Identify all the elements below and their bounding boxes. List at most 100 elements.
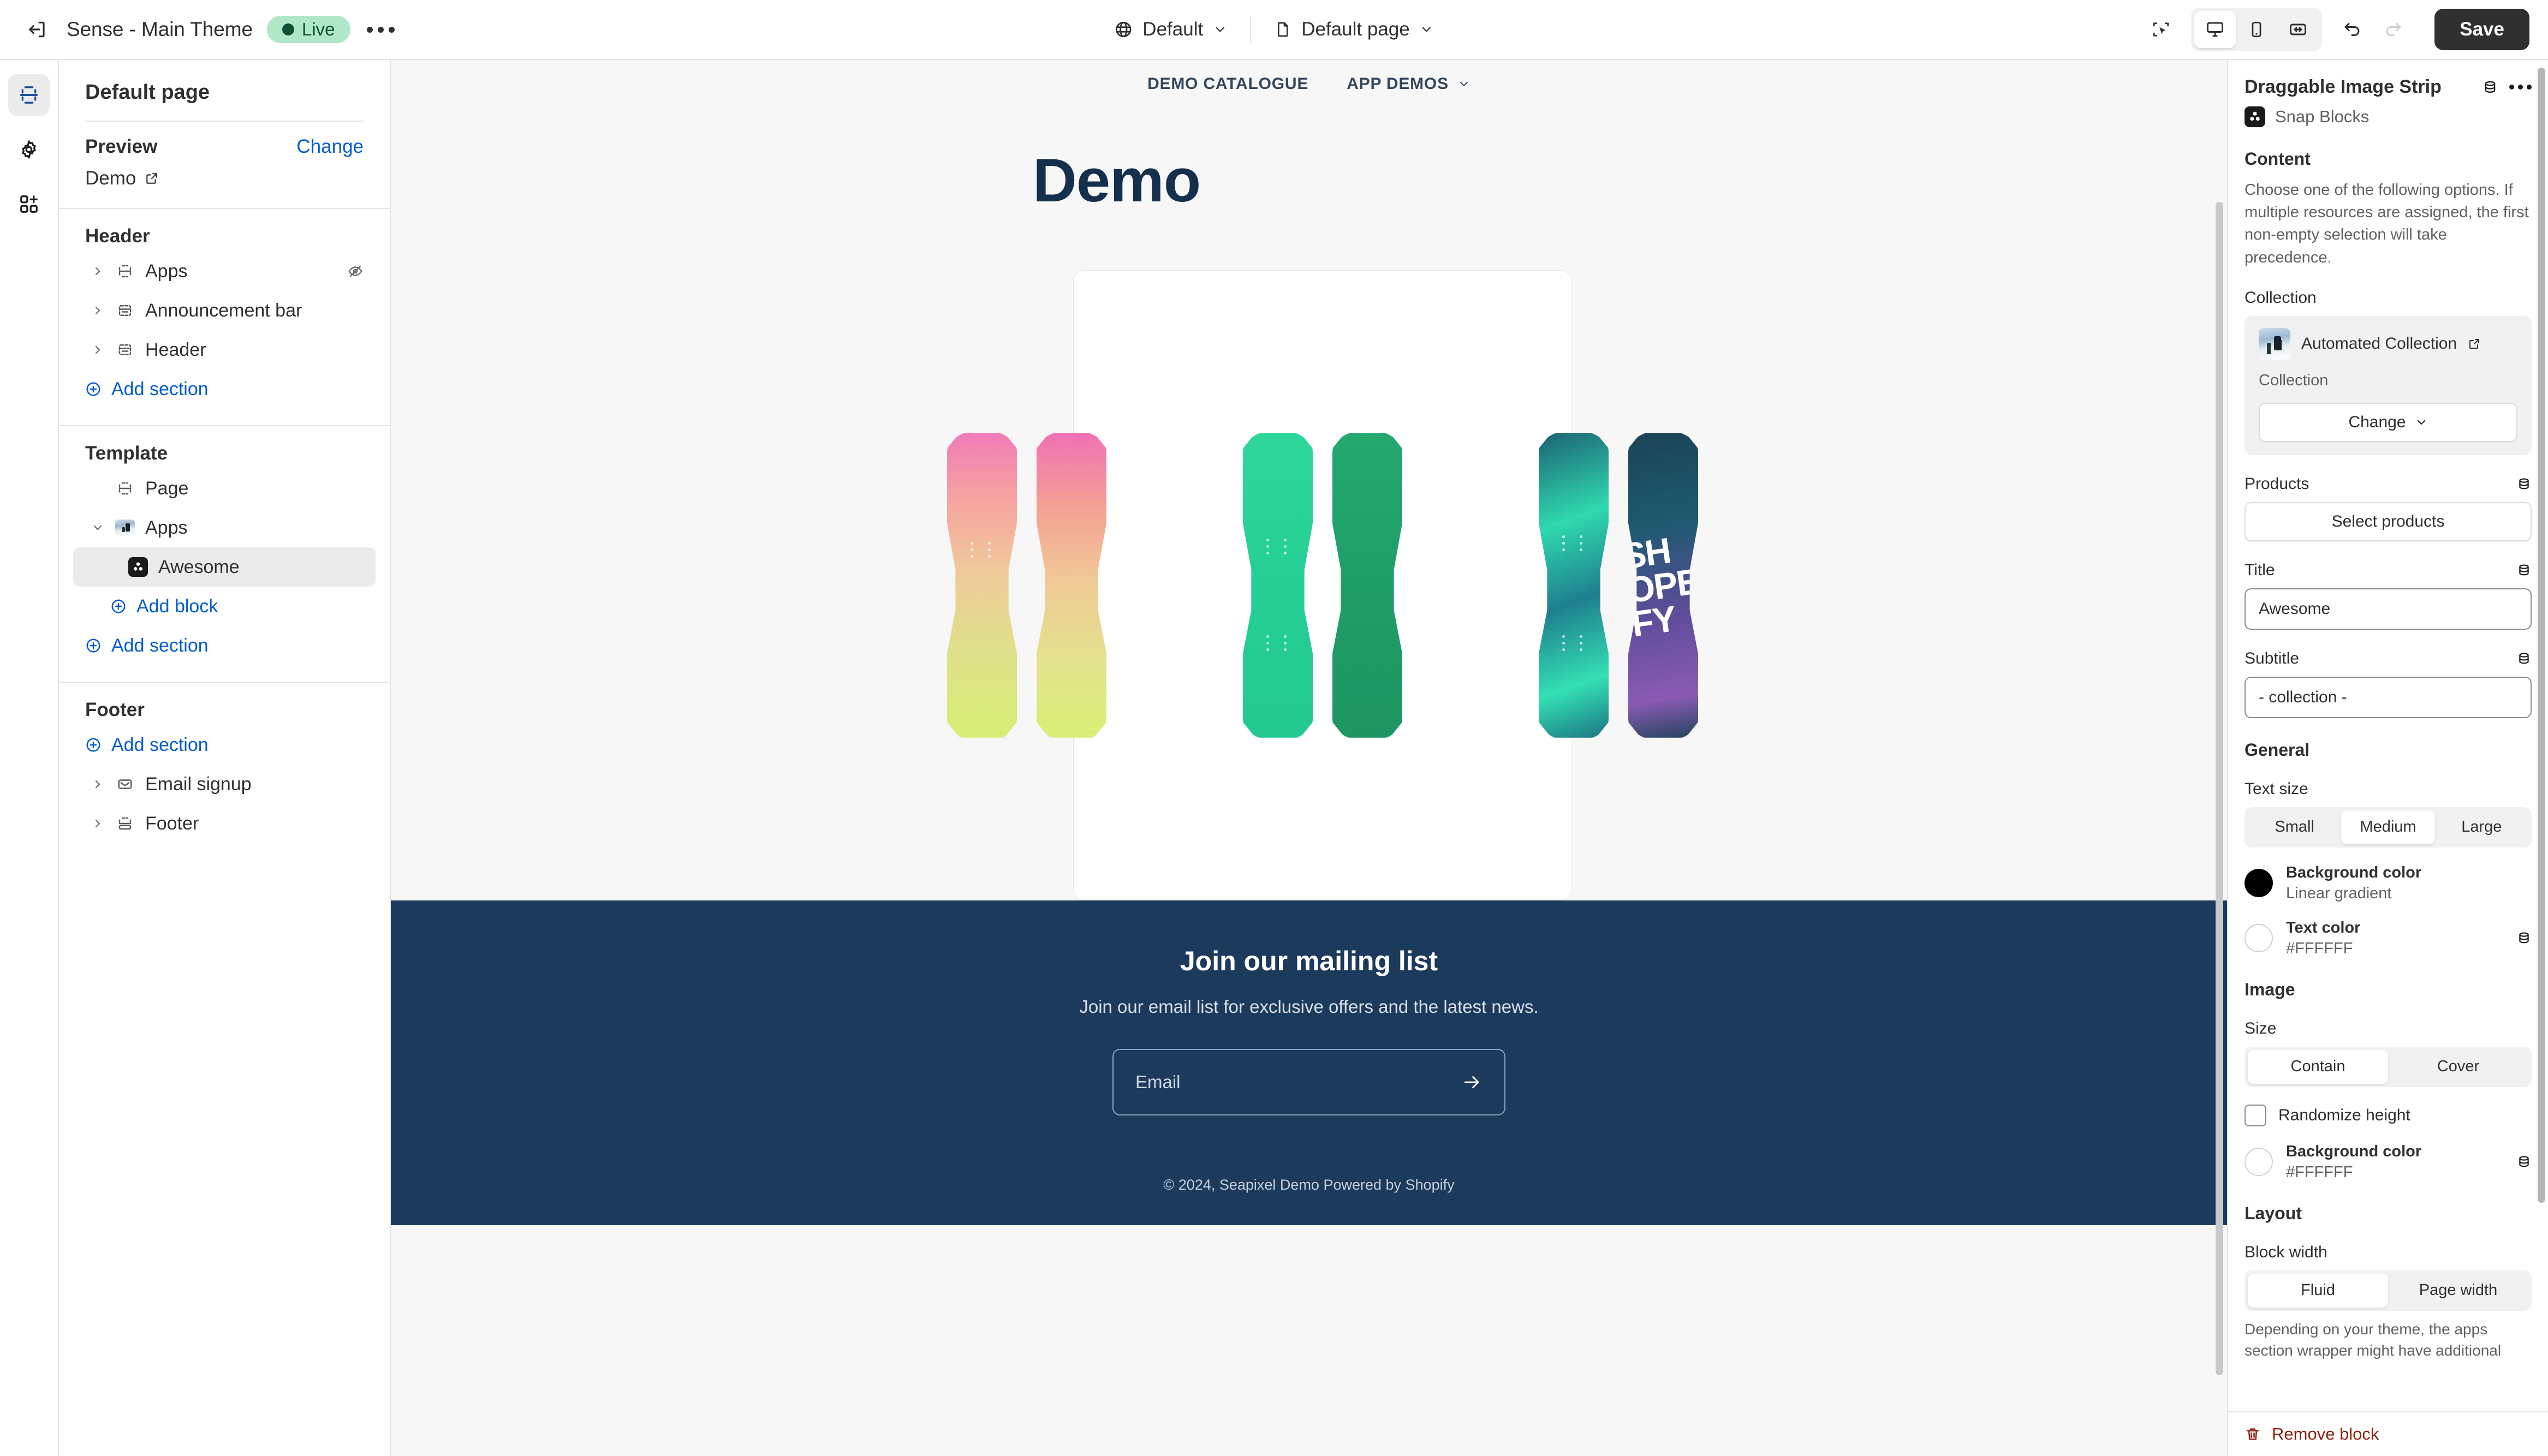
select-products-button[interactable]: Select products [2245,502,2532,541]
preview-change-link[interactable]: Change [296,136,364,158]
collection-label-text: Collection [2245,288,2317,307]
teal-board-front[interactable] [1539,433,1609,738]
thumb-collection-icon [110,520,140,536]
section-bar-icon [110,302,140,319]
chevron-right-icon[interactable] [85,304,110,317]
sidebar-item-awesome[interactable]: Awesome [73,547,376,587]
text-color-value: #FFFFFF [2286,939,2353,957]
text-size-label: Text size [2245,780,2532,798]
redo-button[interactable] [2374,10,2413,49]
preview-scroll-area: Demo SH OPE FY Join our mailing list Joi… [391,108,2227,1456]
sidebar-item-email-signup[interactable]: Email signup [73,765,376,804]
add-section-template-button[interactable]: Add section [73,626,376,665]
status-dot-icon [282,23,294,35]
preview-target-link[interactable]: Demo [85,168,364,189]
text-size-option-large[interactable]: Large [2435,810,2528,844]
add-block-button[interactable]: Add block [73,587,376,626]
apps-add-icon [19,194,39,214]
panel-scroll-area: Draggable Image Strip Snap Blocks Conten… [2228,60,2548,1411]
board-pair-1[interactable] [947,430,1106,741]
green-board-front[interactable] [1243,433,1313,738]
rail-settings-button[interactable] [8,129,50,170]
block-width-option-page-width[interactable]: Page width [2388,1274,2528,1308]
eye-off-icon[interactable] [347,263,364,279]
external-link-icon[interactable] [2468,337,2481,350]
rail-apps-button[interactable] [8,183,50,225]
text-color-swatch[interactable] [2245,924,2273,953]
preview-target-label: Demo [85,168,136,189]
sidebar-item-apps-header[interactable]: Apps [73,252,376,291]
rail-sections-button[interactable] [8,74,50,116]
sidebar-item-apps-template[interactable]: Apps [73,508,376,547]
chevron-right-icon[interactable] [85,343,110,356]
randomize-height-checkbox[interactable] [2245,1104,2266,1126]
more-horizontal-icon[interactable] [2509,85,2532,89]
desktop-view-button[interactable] [2194,11,2236,48]
board-pair-2[interactable] [1243,430,1402,741]
image-size-option-contain[interactable]: Contain [2248,1049,2388,1084]
add-section-header-button[interactable]: Add section [73,369,376,409]
image-background-color-swatch[interactable] [2245,1148,2273,1177]
sidebar-item-announcement-bar[interactable]: Announcement bar [73,291,376,330]
add-section-footer-button[interactable]: Add section [73,725,376,765]
pink-gradient-board-back[interactable] [1037,433,1106,738]
database-icon[interactable] [2482,79,2498,96]
shopify-typography-board-back[interactable]: SH OPE FY [1628,433,1698,738]
sidebar-item-label: Apps [145,517,188,538]
database-icon[interactable] [2516,930,2532,946]
database-icon[interactable] [2516,563,2532,578]
redo-icon [2384,20,2403,39]
remove-block-button[interactable]: Remove block [2245,1424,2379,1444]
locale-selector[interactable]: Default [1100,12,1241,47]
green-pixel-board-back[interactable] [1332,433,1402,738]
top-bar-right: Save [2142,8,2529,51]
text-size-option-medium[interactable]: Medium [2341,810,2435,844]
collection-change-button[interactable]: Change [2259,402,2517,442]
database-icon[interactable] [2516,651,2532,666]
sidebar-item-footer[interactable]: Footer [73,804,376,843]
block-width-option-fluid[interactable]: Fluid [2248,1273,2388,1308]
sidebar-item-page[interactable]: Page [73,469,376,508]
draggable-image-strip-card[interactable]: SH OPE FY [947,270,1698,900]
fullscreen-view-button[interactable] [2277,11,2319,48]
locale-label: Default [1142,19,1204,40]
inspector-select-button[interactable] [2142,10,2180,49]
globe-icon [1114,20,1133,39]
email-placeholder: Email [1135,1072,1181,1092]
background-color-swatch[interactable] [2245,869,2273,898]
preview-vertical-scrollbar[interactable] [2216,202,2223,1375]
chevron-right-icon[interactable] [85,265,110,278]
page-selector[interactable]: Default page [1260,12,1448,47]
panel-vertical-scrollbar[interactable] [2538,68,2545,1203]
randomize-height-checkbox-row[interactable]: Randomize height [2245,1104,2532,1126]
theme-more-button[interactable] [364,12,398,47]
save-button[interactable]: Save [2434,9,2529,50]
database-icon[interactable] [2516,476,2532,492]
undo-button[interactable] [2333,10,2371,49]
chevron-down-icon[interactable] [85,521,110,534]
mobile-view-button[interactable] [2236,11,2277,48]
add-block-label: Add block [136,595,218,617]
nav-app-demos[interactable]: APP DEMOS [1347,75,1471,93]
sidebar-item-label: Header [145,339,206,360]
nav-demo-catalogue[interactable]: DEMO CATALOGUE [1147,75,1308,93]
top-bar-left: Sense - Main Theme Live [19,10,398,49]
footer-copyright: © 2024, Seapixel Demo Powered by Shopify [1163,1177,1455,1193]
chevron-right-icon[interactable] [85,778,110,791]
image-background-color-name: Background color [2286,1142,2422,1160]
text-size-option-small[interactable]: Small [2248,810,2341,844]
chevron-right-icon[interactable] [85,817,110,830]
title-input[interactable]: Awesome [2245,588,2532,630]
subtitle-input[interactable]: - collection - [2245,676,2532,718]
top-bar-center: Default Default page [1100,12,1448,47]
exit-button[interactable] [19,10,57,49]
board-pair-3[interactable]: SH OPE FY [1539,430,1698,741]
plus-circle-icon [85,737,102,753]
database-icon[interactable] [2516,1154,2532,1169]
sidebar-item-header[interactable]: Header [73,330,376,369]
arrow-right-icon[interactable] [1462,1072,1483,1093]
image-size-option-cover[interactable]: Cover [2388,1050,2528,1084]
pink-gradient-board-front[interactable] [947,433,1017,738]
collection-name: Automated Collection [2301,334,2457,353]
email-field[interactable]: Email [1112,1049,1505,1115]
